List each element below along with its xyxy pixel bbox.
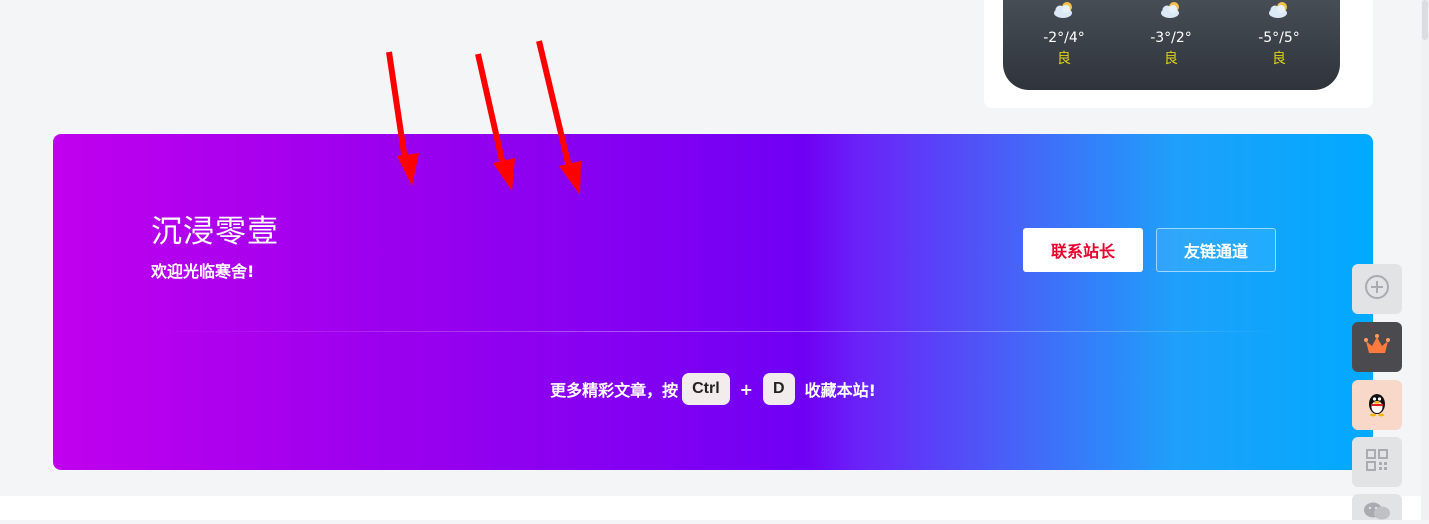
forecast-temp: -3°/2° (1150, 30, 1192, 46)
forecast-day: -2°/4° 良 (1024, 0, 1104, 68)
wechat-button[interactable] (1352, 494, 1402, 520)
crown-icon (1363, 333, 1391, 361)
d-key-badge: D (763, 373, 795, 405)
add-circle-icon (1363, 273, 1391, 305)
site-title: 沉浸零壹 (151, 214, 279, 250)
qq-button[interactable] (1352, 380, 1402, 430)
forecast-aqi: 良 (1272, 51, 1286, 67)
bookmark-hint: 更多精彩文章，按 Ctrl + D 收藏本站! (53, 372, 1373, 406)
forecast-aqi: 良 (1057, 51, 1071, 67)
page-scrollbar[interactable] (1421, 0, 1429, 520)
qrcode-icon (1365, 448, 1389, 476)
weather-forecast-panel: -2°/4° 良 -3°/2° 良 -5°/5° 良 (1003, 0, 1340, 90)
forecast-day: -5°/5° 良 (1239, 0, 1319, 68)
forecast-temp: -2°/4° (1043, 30, 1085, 46)
qrcode-button[interactable] (1352, 437, 1402, 487)
weather-card: -2°/4° 良 -3°/2° 良 -5°/5° 良 (984, 0, 1373, 108)
site-subtitle: 欢迎光临寒舍! (151, 262, 255, 281)
cloud-sun-icon (1131, 0, 1211, 22)
cloud-sun-icon (1239, 0, 1319, 22)
contact-webmaster-button[interactable]: 联系站长 (1023, 228, 1143, 272)
hero-banner: 沉浸零壹 欢迎光临寒舍! 联系站长 友链通道 更多精彩文章，按 Ctrl + D… (53, 134, 1373, 470)
add-button[interactable] (1352, 264, 1402, 314)
wechat-icon (1362, 500, 1392, 524)
qq-penguin-icon (1365, 389, 1389, 421)
footer-strip (0, 496, 1429, 520)
friend-links-button[interactable]: 友链通道 (1156, 228, 1276, 272)
bookmark-hint-prefix: 更多精彩文章，按 (550, 381, 679, 400)
forecast-temp: -5°/5° (1258, 30, 1300, 46)
ctrl-key-badge: Ctrl (682, 373, 730, 405)
plus-sign: + (739, 379, 754, 399)
bookmark-hint-suffix: 收藏本站! (804, 381, 876, 400)
banner-divider (151, 331, 1276, 332)
cloud-sun-icon (1024, 0, 1104, 22)
forecast-day: -3°/2° 良 (1131, 0, 1211, 68)
scrollbar-thumb[interactable] (1422, 0, 1428, 40)
vip-button[interactable] (1352, 322, 1402, 372)
forecast-aqi: 良 (1164, 51, 1178, 67)
